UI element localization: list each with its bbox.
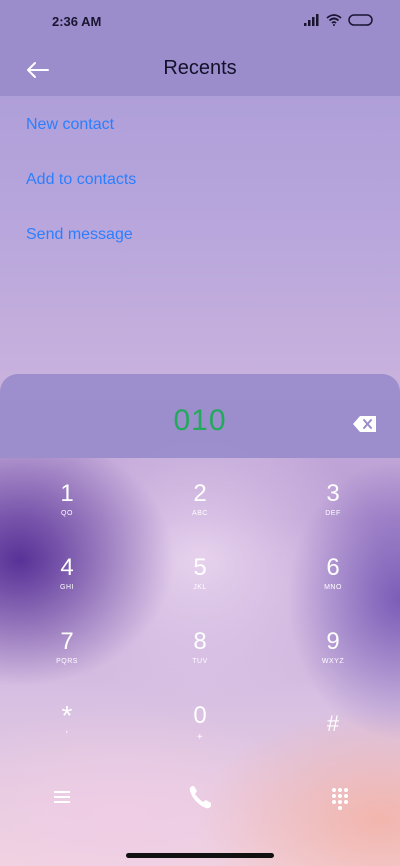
key-6[interactable]: 6 MNO [273, 554, 393, 620]
page-title: Recents [163, 57, 237, 79]
key-digit: 7 [60, 628, 74, 655]
status-bar: 2:36 AM [0, 0, 400, 44]
call-icon[interactable] [185, 782, 215, 812]
key-letters: + [196, 732, 204, 743]
send-message-link[interactable]: Send message [26, 226, 133, 244]
key-letters: TUV [192, 658, 208, 665]
battery-icon [348, 14, 373, 26]
header: Recents [0, 44, 400, 96]
key-letters: PQRS [56, 658, 78, 665]
home-indicator[interactable] [126, 853, 274, 858]
key-digit: # [326, 711, 340, 736]
key-5[interactable]: 5 JKL [140, 554, 260, 620]
key-digit: 3 [326, 480, 340, 507]
key-letters: MNO [324, 584, 342, 591]
wifi-icon [326, 14, 342, 26]
key-digit: 0 [193, 702, 207, 729]
key-4[interactable]: 4 GHI [7, 554, 127, 620]
keypad-toggle-icon[interactable] [325, 782, 355, 812]
key-letters: ABC [192, 510, 208, 517]
voicemail-label: QO [61, 510, 73, 517]
key-star[interactable]: * , [7, 702, 127, 768]
backspace-icon[interactable] [352, 414, 378, 434]
menu-icon[interactable] [47, 782, 77, 812]
key-letters: DEF [325, 510, 341, 517]
add-to-contacts-link[interactable]: Add to contacts [26, 171, 136, 189]
signal-icon [304, 14, 319, 26]
key-letters: JKL [193, 584, 207, 591]
new-contact-link[interactable]: New contact [26, 116, 114, 134]
key-9[interactable]: 9 WXYZ [273, 628, 393, 694]
key-0[interactable]: 0 + [140, 702, 260, 768]
key-letters: GHI [60, 584, 74, 591]
key-2[interactable]: 2 ABC [140, 480, 260, 546]
key-letters: WXYZ [321, 658, 345, 665]
dialer-bottom-bar [0, 770, 400, 820]
key-8[interactable]: 8 TUV [140, 628, 260, 694]
key-digit: 1 [60, 480, 74, 507]
key-digit: 8 [193, 628, 207, 655]
key-hash[interactable]: # [273, 702, 393, 768]
key-digit: 6 [326, 554, 340, 581]
dialed-number[interactable]: 010 [0, 404, 400, 438]
status-icons [304, 14, 374, 26]
key-3[interactable]: 3 DEF [273, 480, 393, 546]
key-digit: 9 [326, 628, 340, 655]
status-time: 2:36 AM [52, 14, 102, 29]
key-digit: 5 [193, 554, 207, 581]
key-7[interactable]: 7 PQRS [7, 628, 127, 694]
key-letters: , [65, 724, 69, 735]
key-1[interactable]: 1 QO [7, 480, 127, 546]
dialed-number-panel: 010 [0, 374, 400, 458]
key-digit: 4 [60, 554, 74, 581]
key-digit: 2 [193, 480, 207, 507]
